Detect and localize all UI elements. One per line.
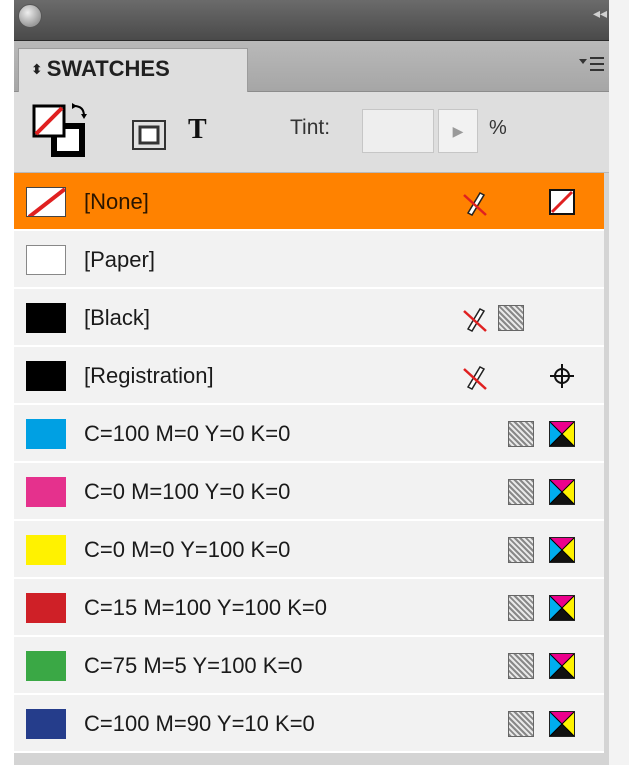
cmyk-mode-icon	[549, 479, 575, 505]
swatch-chip	[26, 245, 66, 275]
no-edit-pencil-icon	[462, 363, 488, 396]
swatch-row-registration[interactable]: [Registration]	[14, 347, 604, 405]
no-edit-pencil-icon	[462, 189, 488, 222]
cmyk-mode-icon	[549, 595, 575, 621]
no-edit-pencil-icon	[462, 305, 488, 338]
swatch-row-blue[interactable]: C=100 M=90 Y=10 K=0	[14, 695, 604, 753]
swatch-row-paper[interactable]: [Paper]	[14, 231, 604, 289]
swatch-name: [Registration]	[84, 363, 214, 388]
close-icon[interactable]	[18, 4, 42, 28]
swatch-name: [Black]	[84, 305, 151, 330]
process-color-icon	[508, 421, 534, 447]
swatch-chip	[26, 187, 66, 217]
tint-label: Tint:	[290, 116, 331, 139]
process-color-icon	[508, 595, 534, 621]
swatch-name: C=0 M=100 Y=0 K=0	[84, 479, 291, 504]
swatch-row-cyan[interactable]: C=100 M=0 Y=0 K=0	[14, 405, 604, 463]
left-frame	[0, 0, 14, 765]
cmyk-mode-icon	[549, 421, 575, 447]
tint-slider-arrow-icon[interactable]: ▶	[438, 109, 478, 153]
tab-swatches[interactable]: ⬍ SWATCHES	[18, 48, 248, 92]
registration-target-icon	[549, 363, 575, 394]
panel-title-bar[interactable]: ◂◂	[14, 0, 609, 41]
none-swatch-icon	[549, 189, 575, 220]
swatch-name: [None]	[84, 189, 149, 214]
swatch-name: C=15 M=100 Y=100 K=0	[84, 595, 328, 620]
swatch-row-black[interactable]: [Black]	[14, 289, 604, 347]
process-color-icon	[508, 537, 534, 563]
swatch-chip	[26, 535, 66, 565]
process-color-icon	[508, 479, 534, 505]
tab-label: SWATCHES	[46, 56, 170, 81]
updown-arrows-icon: ⬍	[31, 61, 43, 77]
process-color-icon	[508, 711, 534, 737]
fill-stroke-icon[interactable]	[32, 102, 94, 167]
swatch-chip	[26, 477, 66, 507]
formatting-text-icon[interactable]: T	[188, 114, 207, 146]
process-color-icon	[498, 305, 524, 331]
swatch-chip	[26, 361, 66, 391]
swatch-name: [Paper]	[84, 247, 155, 272]
tint-input[interactable]	[362, 109, 434, 153]
swatch-chip	[26, 709, 66, 739]
swatch-row-magenta[interactable]: C=0 M=100 Y=0 K=0	[14, 463, 604, 521]
right-frame	[609, 0, 629, 765]
swatch-list: [None] [Paper] [Black] [Registration] C=…	[14, 173, 604, 753]
formatting-container-icon[interactable]	[132, 120, 166, 155]
swatch-row-green[interactable]: C=75 M=5 Y=100 K=0	[14, 637, 604, 695]
swatch-chip	[26, 593, 66, 623]
cmyk-mode-icon	[549, 711, 575, 737]
swatch-name: C=100 M=90 Y=10 K=0	[84, 711, 315, 736]
swatch-name: C=75 M=5 Y=100 K=0	[84, 653, 303, 678]
swatch-row-none[interactable]: [None]	[14, 173, 604, 231]
swatch-chip	[26, 303, 66, 333]
swatch-chip	[26, 419, 66, 449]
percent-symbol: %	[489, 117, 507, 139]
swatch-name: C=100 M=0 Y=0 K=0	[84, 421, 291, 446]
collapse-panel-icon[interactable]: ◂◂	[593, 6, 607, 20]
swatch-row-red[interactable]: C=15 M=100 Y=100 K=0	[14, 579, 604, 637]
swatch-chip	[26, 651, 66, 681]
cmyk-mode-icon	[549, 537, 575, 563]
swatch-row-yellow[interactable]: C=0 M=0 Y=100 K=0	[14, 521, 604, 579]
swatch-name: C=0 M=0 Y=100 K=0	[84, 537, 291, 562]
panel-menu-icon[interactable]	[579, 55, 605, 81]
swatches-toolbar: T Tint: ▶ %	[14, 92, 609, 173]
tab-row: ⬍ SWATCHES	[14, 41, 609, 92]
process-color-icon	[508, 653, 534, 679]
cmyk-mode-icon	[549, 653, 575, 679]
